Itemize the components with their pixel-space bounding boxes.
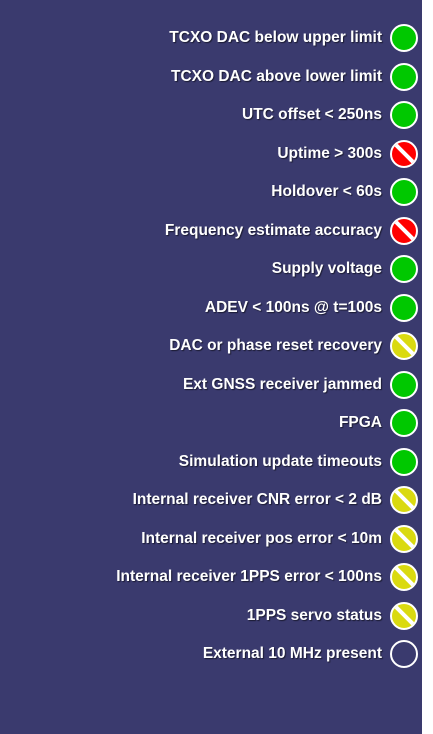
status-panel: TCXO DAC below upper limit TCXO DAC abov… [0,0,433,734]
status-row-adev: ADEV < 100ns @ t=100s [0,290,422,326]
status-indicator-icon [390,640,418,668]
panel-edge [422,0,433,734]
status-indicator-icon [390,63,418,91]
status-row-1pps-servo: 1PPS servo status [0,598,422,634]
status-label: Holdover < 60s [271,183,382,200]
status-label: DAC or phase reset recovery [169,337,382,354]
status-indicator-icon [390,294,418,322]
status-indicator-icon [390,255,418,283]
status-indicator-icon [390,602,418,630]
status-label: Uptime > 300s [277,145,382,162]
status-indicator-icon [390,217,418,245]
status-row-uptime: Uptime > 300s [0,136,422,172]
status-row-pos-error: Internal receiver pos error < 10m [0,521,422,557]
status-label: Internal receiver pos error < 10m [141,530,382,547]
status-indicator-icon [390,101,418,129]
status-label: Simulation update timeouts [178,453,382,470]
status-row-dac-phase-reset: DAC or phase reset recovery [0,328,422,364]
status-label: External 10 MHz present [202,645,382,662]
status-row-tcxo-dac-upper: TCXO DAC below upper limit [0,20,422,56]
status-row-ext-gnss-jammed: Ext GNSS receiver jammed [0,367,422,403]
status-row-fpga: FPGA [0,405,422,441]
status-label: Ext GNSS receiver jammed [182,376,382,393]
status-label: FPGA [338,414,382,431]
status-indicator-icon [390,140,418,168]
status-indicator-icon [390,332,418,360]
status-indicator-icon [390,178,418,206]
status-row-external-10mhz: External 10 MHz present [0,636,422,672]
status-indicator-icon [390,525,418,553]
status-row-frequency-estimate: Frequency estimate accuracy [0,213,422,249]
status-row-utc-offset: UTC offset < 250ns [0,97,422,133]
status-label: TCXO DAC below upper limit [169,29,382,46]
status-row-supply-voltage: Supply voltage [0,251,422,287]
status-row-cnr-error: Internal receiver CNR error < 2 dB [0,482,422,518]
status-row-simulation-timeouts: Simulation update timeouts [0,444,422,480]
status-indicator-icon [390,448,418,476]
status-label: Internal receiver 1PPS error < 100ns [116,568,382,585]
status-label: UTC offset < 250ns [242,106,382,123]
status-indicator-icon [390,486,418,514]
status-label: Frequency estimate accuracy [164,222,382,239]
status-row-tcxo-dac-lower: TCXO DAC above lower limit [0,59,422,95]
status-row-1pps-error: Internal receiver 1PPS error < 100ns [0,559,422,595]
status-label: 1PPS servo status [246,607,382,624]
status-label: Internal receiver CNR error < 2 dB [132,491,382,508]
status-row-holdover: Holdover < 60s [0,174,422,210]
status-indicator-icon [390,563,418,591]
status-label: TCXO DAC above lower limit [170,68,382,85]
status-indicator-icon [390,371,418,399]
status-indicator-icon [390,409,418,437]
status-indicator-icon [390,24,418,52]
status-label: Supply voltage [271,260,382,277]
status-label: ADEV < 100ns @ t=100s [204,299,382,316]
